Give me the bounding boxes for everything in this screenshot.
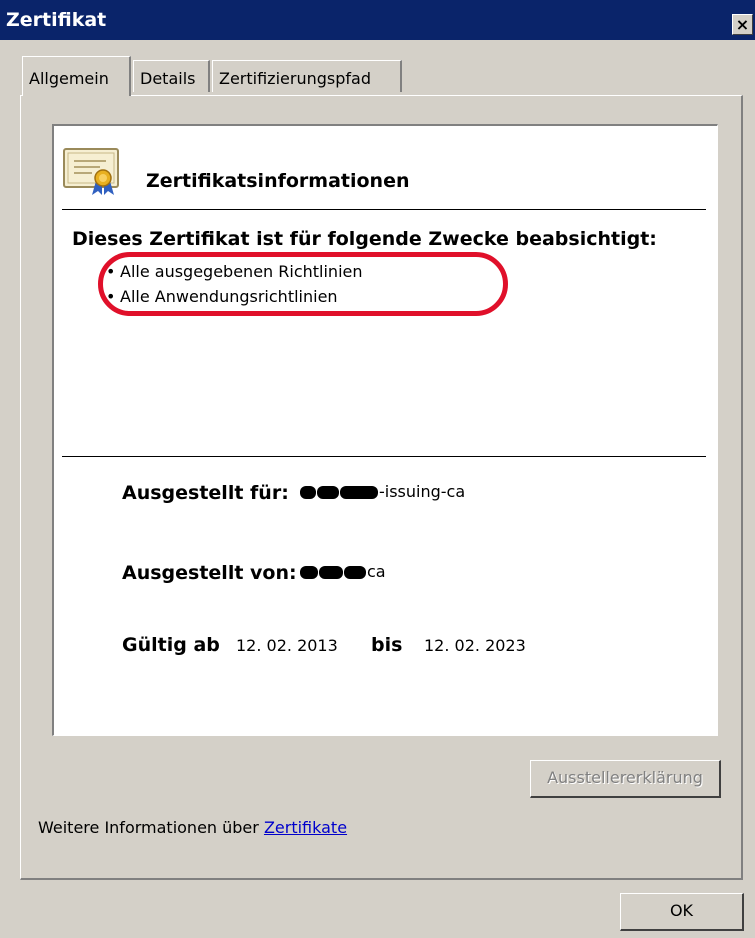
- tab-general[interactable]: Allgemein: [22, 56, 131, 96]
- certificates-link[interactable]: Zertifikate: [264, 818, 347, 837]
- valid-from-value: 12. 02. 2013: [236, 636, 338, 655]
- redaction-mark: [319, 566, 343, 579]
- tab-certification-path-label: Zertifizierungspfad: [219, 69, 371, 88]
- valid-from-label: Gültig ab: [122, 634, 220, 656]
- more-info-label: Weitere Informationen über: [38, 818, 259, 837]
- divider-bottom: [62, 456, 706, 457]
- issued-to-value: -issuing-ca: [300, 482, 465, 501]
- issued-by-text: ca: [367, 562, 386, 581]
- close-icon: ×: [735, 15, 750, 34]
- tab-details[interactable]: Details: [133, 60, 210, 92]
- issuer-statement-label: Ausstellererklärung: [547, 768, 703, 787]
- purpose-title: Dieses Zertifikat ist für folgende Zweck…: [72, 228, 657, 250]
- more-info-text: Weitere Informationen über Zertifikate: [38, 818, 347, 837]
- issued-to-text: -issuing-ca: [379, 482, 466, 501]
- title-bar: Zertifikat ×: [0, 0, 755, 40]
- ok-label: OK: [669, 901, 694, 920]
- ok-button[interactable]: OK: [620, 893, 744, 931]
- redaction-mark: [340, 486, 378, 499]
- divider-top: [62, 209, 706, 210]
- window-title: Zertifikat: [6, 9, 107, 31]
- certificate-icon: [63, 148, 119, 195]
- issued-by-label: Ausgestellt von:: [122, 562, 297, 584]
- issued-by-value: ca: [300, 562, 386, 581]
- redaction-mark: [344, 566, 366, 579]
- valid-to-value: 12. 02. 2023: [424, 636, 526, 655]
- certificate-info-heading: Zertifikatsinformationen: [146, 170, 410, 192]
- redaction-mark: [300, 566, 318, 579]
- close-button[interactable]: ×: [732, 14, 753, 35]
- tab-general-label: Allgemein: [29, 69, 109, 88]
- redaction-mark: [300, 486, 316, 499]
- issuer-statement-button[interactable]: Ausstellererklärung: [530, 760, 721, 798]
- tab-certification-path[interactable]: Zertifizierungspfad: [212, 60, 402, 92]
- issued-to-label: Ausgestellt für:: [122, 482, 289, 504]
- redaction-mark: [317, 486, 339, 499]
- red-highlight-annotation: [98, 252, 508, 316]
- tab-details-label: Details: [140, 69, 196, 88]
- valid-to-label: bis: [371, 634, 403, 656]
